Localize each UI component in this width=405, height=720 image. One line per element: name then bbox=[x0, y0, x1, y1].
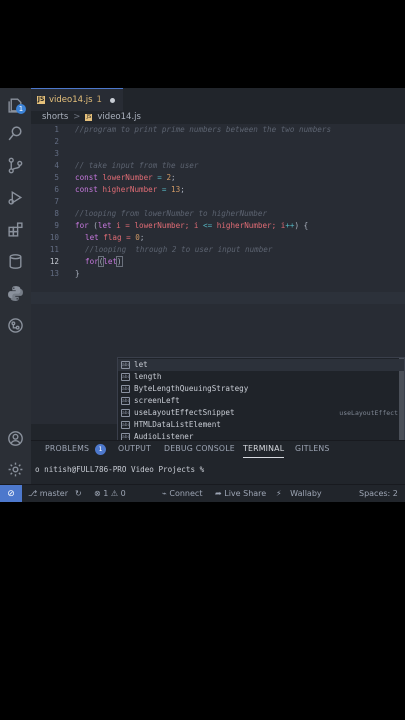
plug-icon: ⌁ bbox=[162, 489, 167, 498]
line-number: 8 bbox=[54, 209, 59, 218]
search-icon[interactable] bbox=[7, 125, 24, 142]
line-number: 12 bbox=[49, 257, 59, 266]
suggestion-type-icon: abc bbox=[121, 373, 131, 381]
problems-status[interactable]: ⊗ 1 ⚠ 0 bbox=[94, 485, 126, 502]
line-number: 7 bbox=[54, 197, 59, 206]
error-icon: ⊗ bbox=[94, 489, 101, 498]
status-bar: ⊘ ⎇ master ↻ ⊗ 1 ⚠ 0 ⌁ Connect ➦ Live Sh… bbox=[0, 484, 405, 502]
vscode-window: 1 JS video14.js 1 shorts > JS video14.js… bbox=[0, 88, 405, 502]
tab-gitlens[interactable]: GITLENS bbox=[295, 441, 330, 457]
suggestion-item[interactable]: abc let bbox=[118, 359, 404, 371]
line-number: 1 bbox=[54, 125, 59, 134]
suggestion-label: ByteLengthQueuingStrategy bbox=[134, 384, 249, 393]
suggestion-label: length bbox=[134, 372, 162, 381]
tab-problem-count: 1 bbox=[96, 95, 102, 105]
line-number: 2 bbox=[54, 137, 59, 146]
gitlens-icon[interactable] bbox=[7, 317, 24, 334]
suggestion-type-icon: abc bbox=[121, 397, 131, 405]
javascript-file-icon: JS bbox=[37, 96, 45, 104]
bottom-panel: PROBLEMS 1 OUTPUT DEBUG CONSOLE TERMINAL … bbox=[31, 440, 405, 485]
indentation-status[interactable]: Spaces: 2 bbox=[359, 485, 398, 502]
javascript-file-icon: JS bbox=[85, 113, 93, 121]
suggestion-item[interactable]: abc useLayoutEffectSnippet useLayoutEffect bbox=[118, 407, 404, 419]
explorer-badge: 1 bbox=[16, 104, 26, 114]
live-share-status[interactable]: ➦ Live Share bbox=[215, 485, 266, 502]
live-share-icon: ➦ bbox=[215, 489, 222, 498]
suggestion-item[interactable]: abc HTMLDataListElement bbox=[118, 419, 404, 431]
suggestion-label: HTMLDataListElement bbox=[134, 420, 221, 429]
line-number: 9 bbox=[54, 221, 59, 230]
suggestion-type-icon: abc bbox=[121, 385, 131, 393]
breadcrumb-file[interactable]: video14.js bbox=[97, 112, 141, 122]
terminal-prompt[interactable]: o nitish@FULL786-PRO Video Projects % bbox=[35, 465, 204, 474]
tab-debug-console[interactable]: DEBUG CONSOLE bbox=[164, 441, 235, 457]
wallaby-status[interactable]: ⚡ Wallaby bbox=[276, 485, 322, 502]
source-control-icon[interactable] bbox=[7, 157, 24, 174]
settings-gear-icon[interactable] bbox=[7, 461, 24, 478]
suggestion-type-icon: abc bbox=[121, 361, 131, 369]
suggestion-item[interactable]: abc length bbox=[118, 371, 404, 383]
line-number: 6 bbox=[54, 185, 59, 194]
tab-problems[interactable]: PROBLEMS 1 bbox=[45, 441, 107, 457]
suggestion-type-icon: abc bbox=[121, 421, 131, 429]
tab-filename: video14.js bbox=[49, 95, 93, 105]
line-number: 13 bbox=[49, 269, 59, 278]
problems-badge: 1 bbox=[95, 443, 107, 455]
line-number: 11 bbox=[49, 245, 59, 254]
tab-terminal[interactable]: TERMINAL bbox=[243, 441, 285, 458]
tab-output[interactable]: OUTPUT bbox=[118, 441, 151, 457]
breadcrumb-separator: > bbox=[73, 112, 81, 122]
editor-tab-bar: JS video14.js 1 bbox=[31, 88, 405, 111]
database-icon[interactable] bbox=[7, 253, 24, 270]
line-number: 5 bbox=[54, 173, 59, 182]
breadcrumb: shorts > JS video14.js bbox=[42, 112, 141, 122]
suggestion-label: screenLeft bbox=[134, 396, 180, 405]
unsaved-dot-icon[interactable] bbox=[109, 97, 115, 103]
account-icon[interactable] bbox=[7, 430, 24, 447]
suggestion-label: let bbox=[134, 360, 148, 369]
extensions-icon[interactable] bbox=[7, 221, 24, 238]
warning-icon: ⚠ bbox=[110, 489, 119, 498]
suggestion-item[interactable]: abc screenLeft bbox=[118, 395, 404, 407]
connect-status[interactable]: ⌁ Connect bbox=[162, 485, 202, 502]
line-number: 4 bbox=[54, 161, 59, 170]
suggestion-detail: useLayoutEffect bbox=[339, 409, 398, 417]
remote-icon[interactable]: ⊘ bbox=[0, 485, 22, 502]
run-debug-icon[interactable] bbox=[7, 189, 24, 206]
tab-video14-js[interactable]: JS video14.js 1 bbox=[31, 88, 123, 111]
branch-status[interactable]: ⎇ master bbox=[28, 485, 68, 502]
current-line-highlight bbox=[31, 292, 405, 304]
suggestion-item[interactable]: abc ByteLengthQueuingStrategy bbox=[118, 383, 404, 395]
activity-bar: 1 bbox=[0, 88, 31, 484]
line-number: 3 bbox=[54, 149, 59, 158]
line-number: 10 bbox=[49, 233, 59, 242]
suggestion-label: useLayoutEffectSnippet bbox=[134, 408, 235, 417]
suggestion-type-icon: abc bbox=[121, 409, 131, 417]
wallaby-icon: ⚡ bbox=[276, 489, 282, 498]
breadcrumb-folder[interactable]: shorts bbox=[42, 112, 68, 122]
branch-icon: ⎇ bbox=[28, 489, 38, 498]
python-icon[interactable] bbox=[7, 285, 24, 302]
sync-icon[interactable]: ↻ bbox=[75, 485, 82, 502]
